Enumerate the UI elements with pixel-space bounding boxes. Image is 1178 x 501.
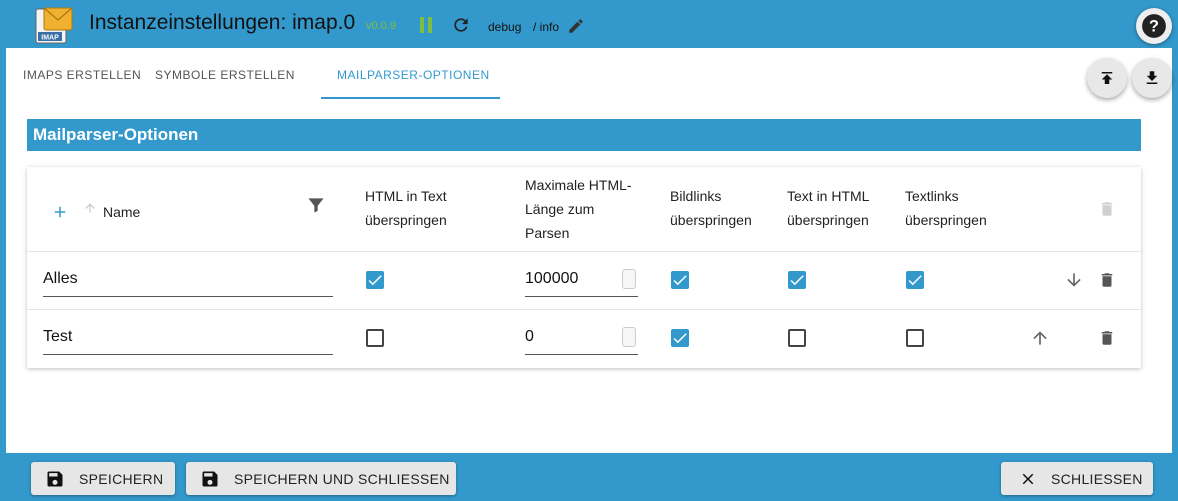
header-bar: IMAP Instanzeinstellungen: imap.0 v0.0.9… bbox=[0, 0, 1178, 48]
save-and-close-button[interactable]: SPEICHERN UND SCHLIESSEN bbox=[186, 462, 456, 495]
tab-imaps-erstellen[interactable]: IMAPS ERSTELLEN bbox=[23, 68, 141, 82]
row-2-name-input[interactable]: Test bbox=[43, 323, 333, 355]
tab-bar: IMAPS ERSTELLEN SYMBOLE ERSTELLEN MAILPA… bbox=[6, 48, 1172, 100]
save-and-close-button-label: SPEICHERN UND SCHLIESSEN bbox=[234, 470, 450, 487]
row-1-move-down-icon[interactable] bbox=[1064, 270, 1084, 295]
active-tab-indicator bbox=[321, 97, 500, 99]
section-title: Mailparser-Optionen bbox=[27, 119, 1141, 151]
close-button-label: SCHLIESSEN bbox=[1051, 470, 1143, 487]
check-icon bbox=[908, 275, 922, 286]
check-icon bbox=[790, 275, 804, 286]
download-icon bbox=[1146, 71, 1158, 84]
row-2-delete-icon[interactable] bbox=[1098, 328, 1116, 353]
check-icon bbox=[673, 333, 687, 344]
edit-pencil-icon[interactable] bbox=[567, 17, 585, 35]
options-table: Name HTML in Text überspringen Maximale … bbox=[27, 167, 1141, 368]
column-header-html-in-text: HTML in Text überspringen bbox=[365, 188, 447, 228]
floppy-disk-icon bbox=[47, 471, 63, 486]
row-2-bildlinks-checkbox[interactable] bbox=[671, 329, 689, 347]
column-header-name[interactable]: Name bbox=[103, 200, 140, 224]
row-2-html-in-text-checkbox[interactable] bbox=[366, 329, 384, 347]
help-icon: ? bbox=[1142, 14, 1166, 38]
svg-text:?: ? bbox=[1149, 17, 1159, 35]
row-1-text-in-html-checkbox[interactable] bbox=[788, 271, 806, 289]
pause-icon[interactable] bbox=[418, 16, 434, 34]
tab-mailparser-optionen[interactable]: MAILPARSER-OPTIONEN bbox=[337, 68, 490, 82]
row-1-textlinks-checkbox[interactable] bbox=[906, 271, 924, 289]
check-icon bbox=[673, 275, 687, 286]
upload-button[interactable] bbox=[1087, 58, 1127, 98]
filter-icon[interactable] bbox=[306, 195, 326, 220]
footer-bar: SPEICHERN SPEICHERN UND SCHLIESSEN SCHLI… bbox=[0, 453, 1178, 501]
refresh-icon[interactable] bbox=[451, 15, 471, 35]
row-1-number-stepper[interactable] bbox=[622, 269, 636, 289]
save-button[interactable]: SPEICHERN bbox=[31, 462, 175, 495]
help-button[interactable]: ? bbox=[1136, 8, 1172, 44]
row-divider bbox=[27, 309, 1141, 310]
page-title: Instanzeinstellungen: imap.0 bbox=[89, 11, 356, 34]
download-button[interactable] bbox=[1132, 58, 1172, 98]
row-1-delete-icon[interactable] bbox=[1098, 270, 1116, 295]
row-1-html-in-text-checkbox[interactable] bbox=[366, 271, 384, 289]
delete-all-icon[interactable] bbox=[1098, 199, 1116, 224]
column-header-text-in-html: Text in HTML überspringen bbox=[787, 188, 870, 228]
row-2-max-length-input[interactable]: 0 bbox=[525, 323, 638, 355]
imap-logo-icon: IMAP bbox=[34, 5, 74, 45]
row-1-max-length-input[interactable]: 100000 bbox=[525, 265, 638, 297]
row-1-name-input[interactable]: Alles bbox=[43, 265, 333, 297]
row-2-text-in-html-checkbox[interactable] bbox=[788, 329, 806, 347]
version-label: v0.0.9 bbox=[366, 20, 396, 32]
close-icon bbox=[1022, 473, 1034, 484]
tab-symbole-erstellen[interactable]: SYMBOLE ERSTELLEN bbox=[155, 68, 295, 82]
column-header-textlinks: Textlinks überspringen bbox=[905, 188, 987, 228]
add-icon[interactable] bbox=[51, 203, 69, 226]
upload-icon bbox=[1101, 72, 1113, 84]
log-level-suffix: / info bbox=[533, 20, 560, 34]
check-icon bbox=[368, 275, 382, 286]
save-button-label: SPEICHERN bbox=[79, 470, 164, 487]
header-divider bbox=[27, 251, 1141, 252]
row-2-textlinks-checkbox[interactable] bbox=[906, 329, 924, 347]
row-2-number-stepper[interactable] bbox=[622, 327, 636, 347]
svg-text:IMAP: IMAP bbox=[41, 35, 59, 42]
sort-arrow-up-icon[interactable] bbox=[83, 201, 97, 220]
log-level-label[interactable]: debug bbox=[488, 20, 521, 34]
column-header-bildlinks: Bildlinks überspringen bbox=[670, 188, 752, 228]
row-1-bildlinks-checkbox[interactable] bbox=[671, 271, 689, 289]
column-header-max-html-length: Maximale HTML- Länge zum Parsen bbox=[525, 177, 632, 241]
row-2-move-up-icon[interactable] bbox=[1030, 328, 1050, 353]
close-button[interactable]: SCHLIESSEN bbox=[1001, 462, 1153, 495]
floppy-disk-icon bbox=[202, 471, 218, 486]
